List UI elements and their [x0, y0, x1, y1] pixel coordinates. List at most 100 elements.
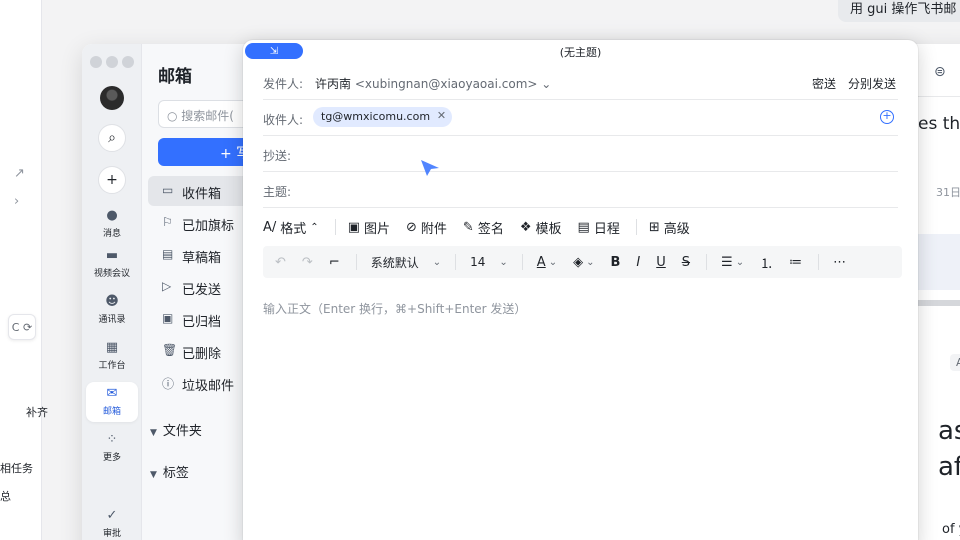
background-refresh-pill[interactable]: C ⟳ [8, 314, 36, 340]
archive-icon: ▣ [162, 311, 174, 325]
text-format-icon: A/ [263, 219, 277, 235]
background-chat-bubble: 用 gui 操作飞书邮 [838, 0, 960, 22]
attachment-button[interactable]: ⊘ 附件 [406, 218, 447, 237]
recipient-chip[interactable]: tg@wmxicomu.com ✕ [313, 107, 453, 127]
schedule-button[interactable]: ▤ 日程 [578, 218, 620, 237]
format-painter-button[interactable]: ⌐ [329, 255, 340, 270]
ordered-list-button[interactable]: ⒈ [760, 253, 773, 272]
folder-archived[interactable]: ▣ 已归档 [148, 304, 252, 334]
image-label: 图片 [363, 221, 390, 237]
redo-button[interactable]: ↷ [302, 255, 313, 270]
trash-icon: 🗑 [162, 343, 178, 357]
bullet-list-button[interactable]: ≔ [789, 255, 802, 270]
divider [455, 254, 457, 270]
chevron-right-icon[interactable]: › [14, 194, 19, 209]
folder-inbox[interactable]: ▭ 收件箱 [148, 176, 252, 206]
advanced-button[interactable]: ⊞ 高级 [649, 218, 690, 237]
app-rail: ⌕ + ● 消息 ▬ 视频会议 ☻ 通讯录 ▦ 工作台 ✉ 邮箱 ⁘ 更多 ✓ … [82, 44, 142, 540]
window-close-button[interactable] [90, 56, 102, 68]
inbox-icon: ▭ [162, 183, 174, 197]
underline-icon: U [656, 254, 666, 270]
preview-date: 31日 20 [936, 186, 960, 199]
folder-label: 已加旗标 [182, 219, 235, 234]
from-row: 发件人: 许丙南 <xubingnan@xiaoyaoai.com> ⌄ 密送 … [263, 64, 898, 100]
folder-label: 已删除 [182, 347, 222, 362]
format-button[interactable]: A/格式 ⌃ [263, 218, 319, 237]
insert-image-button[interactable]: ▣ 图片 [348, 218, 390, 237]
font-family-value: 系统默认 [370, 255, 419, 270]
chevron-down-icon: ⌄ [432, 256, 442, 268]
close-icon[interactable]: ✕ [437, 109, 446, 122]
from-selector[interactable]: 许丙南 <xubingnan@xiaoyaoai.com> ⌄ [315, 75, 551, 92]
caret-down-icon: ▼ [150, 470, 157, 480]
window-minimize-button[interactable] [106, 56, 118, 68]
separate-send-button[interactable]: 分别发送 [848, 75, 896, 92]
background-app-sidebar: ↗ › [0, 0, 42, 540]
font-color-button[interactable]: A ⌄ [537, 255, 557, 270]
more-options-button[interactable]: ⋯ [833, 255, 846, 270]
preview-footer: of your [942, 522, 960, 537]
chat-icon[interactable]: ⊜ [934, 64, 946, 80]
global-search-button[interactable]: ⌕ [98, 124, 126, 152]
window-zoom-button[interactable] [122, 56, 134, 68]
bold-icon: B [610, 254, 621, 270]
preview-headline-2: afo [938, 452, 960, 482]
signature-button[interactable]: ✎ 签名 [463, 218, 504, 237]
divider [706, 254, 708, 270]
spam-icon: ⓘ [162, 377, 175, 391]
section-label: 文件夹 [162, 424, 202, 439]
folder-spam[interactable]: ⓘ 垃圾邮件 [148, 368, 252, 398]
folder-label: 草稿箱 [182, 251, 222, 266]
bcc-button[interactable]: 密送 [812, 75, 836, 92]
search-placeholder: 搜索邮件( [181, 109, 234, 123]
subject-row[interactable]: 主题: [263, 172, 898, 208]
avatar[interactable] [100, 86, 124, 110]
rail-item-label: 审批 [102, 529, 121, 539]
send-icon: ▷ [162, 279, 172, 293]
template-button[interactable]: ❖ 模板 [520, 218, 562, 237]
rail-item-approval[interactable]: ✓ 审批 [86, 508, 138, 540]
rail-item-mail[interactable]: ✉ 邮箱 [86, 382, 138, 422]
underline-button[interactable]: U [656, 255, 666, 270]
highlight-button[interactable]: ◈ ⌄ [573, 255, 594, 270]
rail-item-workplace[interactable]: ▦ 工作台 [86, 340, 138, 376]
folder-pane: 邮箱 ○ 搜索邮件( + 写 ▭ 收件箱 ⚐ 已加旗标 ▤ 草稿箱 ▷ 已发送 ▣ 已归档… [142, 44, 258, 540]
rail-item-contacts[interactable]: ☻ 通讯录 [86, 294, 138, 330]
folder-label: 收件箱 [182, 187, 222, 202]
redo-icon: ↷ [301, 254, 313, 270]
font-size-select[interactable]: 14 ⌄ [470, 255, 508, 269]
add-recipient-icon[interactable]: + [880, 110, 894, 124]
arrow-up-right-icon[interactable]: ↗ [14, 166, 25, 181]
rail-item-video-meeting[interactable]: ▬ 视频会议 [86, 248, 138, 284]
advanced-label: 高级 [663, 221, 690, 237]
create-button[interactable]: + [98, 166, 126, 194]
strikethrough-button[interactable]: S [682, 255, 690, 270]
italic-button[interactable]: I [636, 255, 640, 270]
folder-sent[interactable]: ▷ 已发送 [148, 272, 252, 302]
compose-window: ⇲ (无主题) 发件人: 许丙南 <xubingnan@xiaoyaoai.co… [243, 40, 918, 540]
folder-label: 已归档 [182, 315, 222, 330]
body-editor[interactable]: 输入正文（Enter 换行，⌘+Shift+Enter 发送） [263, 300, 526, 317]
rail-item-messages[interactable]: ● 消息 [86, 208, 138, 244]
caret-down-icon: ▼ [150, 428, 157, 438]
paint-roller-icon: ⌐ [328, 254, 340, 270]
section-labels[interactable]: ▼ 标签 [150, 462, 189, 481]
bold-button[interactable]: B [610, 255, 620, 270]
compose-title: (无主题) [559, 46, 602, 59]
from-label: 发件人: [263, 77, 304, 91]
align-button[interactable]: ☰ ⌄ [721, 255, 744, 270]
rail-item-label: 更多 [102, 453, 121, 463]
signature-icon: ✎ [462, 219, 474, 235]
font-family-select[interactable]: 系统默认 ⌄ [371, 254, 441, 271]
background-text-1: 补齐 [26, 406, 48, 419]
rail-item-more[interactable]: ⁘ 更多 [86, 432, 138, 468]
chevron-down-icon: ⌄ [499, 256, 508, 268]
mail-icon: ✉ [106, 386, 118, 401]
undo-button[interactable]: ↶ [275, 255, 286, 270]
folder-deleted[interactable]: 🗑 已删除 [148, 336, 252, 366]
section-folders[interactable]: ▼ 文件夹 [150, 420, 202, 439]
folder-drafts[interactable]: ▤ 草稿箱 [148, 240, 252, 270]
template-icon: ❖ [519, 219, 532, 235]
cc-row[interactable]: 抄送: [263, 136, 898, 172]
folder-flagged[interactable]: ⚐ 已加旗标 [148, 208, 252, 238]
